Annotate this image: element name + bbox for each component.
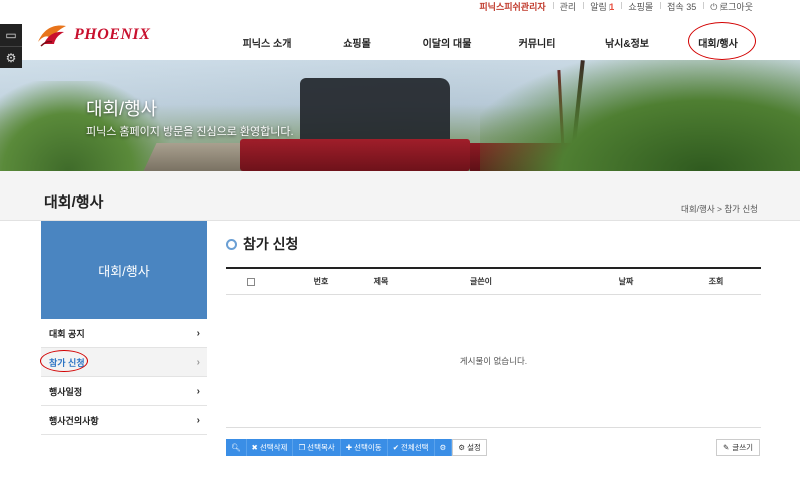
settings-button[interactable]: ⚙ 설정: [452, 439, 487, 456]
logout-link[interactable]: ⏻ 로그아웃: [703, 0, 760, 13]
delete-selected-button[interactable]: ✖ 선택삭제: [246, 439, 294, 456]
hero-subtitle: 피닉스 홈페이지 방문을 진심으로 환영합니다.: [86, 126, 294, 138]
alarm-count: 1: [609, 1, 615, 12]
manage-link[interactable]: 관리: [552, 0, 584, 13]
pencil-icon: ✎: [723, 443, 730, 452]
column-header-author: 글쓴이: [469, 277, 493, 286]
hero-grass-right: [480, 60, 800, 171]
nav-phoenix-intro[interactable]: 피닉스 소개: [222, 35, 312, 50]
power-icon: ⏻: [710, 1, 718, 12]
empty-message: 게시물이 없습니다.: [226, 295, 761, 428]
chevron-right-icon: ›: [196, 327, 200, 339]
column-header-views[interactable]: 조회: [686, 276, 746, 287]
column-header-number: 번호: [313, 277, 329, 286]
nav-fishing-info[interactable]: 낚시&정보: [582, 35, 672, 50]
copy-icon: ❐: [298, 443, 306, 452]
phoenix-logo-icon: [38, 25, 66, 47]
page-title: 대회/행사: [44, 194, 104, 211]
hero-fishing-chair: [300, 78, 450, 148]
chevron-right-icon: ›: [196, 356, 200, 368]
settings-label: 설정: [467, 443, 481, 452]
utility-bar: 피닉스피쉬관리자 관리 알림 1 쇼핑몰 접속 35 ⏻ 로그아웃: [472, 0, 760, 12]
alarm-label: 알림: [590, 1, 607, 12]
column-header-date[interactable]: 날짜: [566, 276, 686, 287]
hero-title: 대회/행사: [86, 99, 158, 119]
chevron-right-icon: ›: [196, 385, 200, 397]
table-header: 번호 제목 글쓴이 날짜 조회: [226, 267, 761, 295]
write-button[interactable]: ✎ 글쓰기: [716, 439, 760, 456]
sidebar-item-schedule[interactable]: 행사일정 ›: [41, 377, 207, 406]
sidebar-item-label: 행사건의사항: [49, 415, 99, 426]
gears-icon: ⚙: [458, 443, 466, 452]
sidebar-item-apply[interactable]: 참가 신청 ›: [41, 348, 207, 377]
chevron-right-icon: ›: [196, 414, 200, 426]
sidebar-item-label: 참가 신청: [49, 357, 85, 368]
hero-tackle-box: [240, 139, 470, 171]
nav-shopping-mall[interactable]: 쇼핑몰: [312, 35, 402, 50]
site-logo[interactable]: PHOENIX: [36, 22, 150, 48]
gear-icon: ⚙: [439, 443, 447, 452]
search-button[interactable]: 🔍︎: [226, 439, 247, 456]
board-settings-button[interactable]: ⚙: [434, 439, 453, 456]
visitor-count[interactable]: 접속 35: [660, 0, 703, 13]
alarm-link[interactable]: 알림 1: [583, 0, 621, 13]
select-all-cell: [226, 277, 276, 286]
monitor-icon[interactable]: ▭: [0, 24, 22, 46]
copy-selected-label: 선택복사: [307, 443, 335, 452]
logout-label: 로그아웃: [719, 1, 753, 12]
delete-selected-label: 선택삭제: [259, 443, 288, 452]
nav-events[interactable]: 대회/행사: [672, 35, 764, 50]
sidebar-menu: 대회 공지 › 참가 신청 › 행사일정 › 행사건의사항 ›: [41, 319, 207, 435]
sidebar-item-label: 대회 공지: [49, 328, 85, 339]
copy-selected-button[interactable]: ❐ 선택복사: [293, 439, 341, 456]
column-header-title: 제목: [373, 277, 389, 286]
sidebar-item-notice[interactable]: 대회 공지 ›: [41, 319, 207, 348]
select-all-checkbox[interactable]: [247, 277, 255, 286]
select-all-button[interactable]: ✔ 전체선택: [387, 439, 435, 456]
move-icon: ✚: [345, 443, 353, 452]
move-selected-button[interactable]: ✚ 선택이동: [340, 439, 388, 456]
select-all-label: 전체선택: [400, 443, 429, 452]
admin-name-link[interactable]: 피닉스피쉬관리자: [472, 0, 552, 13]
close-icon: ✖: [251, 443, 258, 452]
search-icon: 🔍︎: [231, 443, 241, 452]
breadcrumb: 대회/행사 > 참가 신청: [681, 204, 758, 214]
move-selected-label: 선택이동: [354, 443, 382, 452]
board-table: 번호 제목 글쓴이 날짜 조회 게시물이 없습니다.: [226, 267, 761, 428]
circle-bullet-icon: [226, 238, 237, 250]
sidebar-item-label: 행사일정: [49, 386, 83, 397]
check-icon: ✔: [392, 443, 399, 452]
write-label: 글쓰기: [732, 443, 753, 452]
page-title-bar: [0, 171, 800, 221]
sidebar-item-suggestions[interactable]: 행사건의사항 ›: [41, 406, 207, 435]
nav-monthly-catch[interactable]: 이달의 대물: [402, 35, 492, 50]
board-toolbar: 🔍︎ ✖ 선택삭제 ❐ 선택복사 ✚ 선택이동 ✔ 전체선택 ⚙ ⚙ 설정: [226, 439, 487, 456]
gear-icon[interactable]: ⚙: [0, 46, 22, 68]
nav-community[interactable]: 커뮤니티: [492, 35, 582, 50]
logo-text: PHOENIX: [74, 26, 151, 43]
mall-link[interactable]: 쇼핑몰: [621, 0, 660, 13]
main-navigation: 피닉스 소개 쇼핑몰 이달의 대물 커뮤니티 낚시&정보 대회/행사: [222, 35, 764, 50]
board-title: 참가 신청: [226, 234, 298, 254]
quick-menu: ▭ ⚙: [0, 24, 22, 68]
sidebar-header: 대회/행사: [41, 221, 207, 319]
board-title-text: 참가 신청: [243, 236, 299, 252]
